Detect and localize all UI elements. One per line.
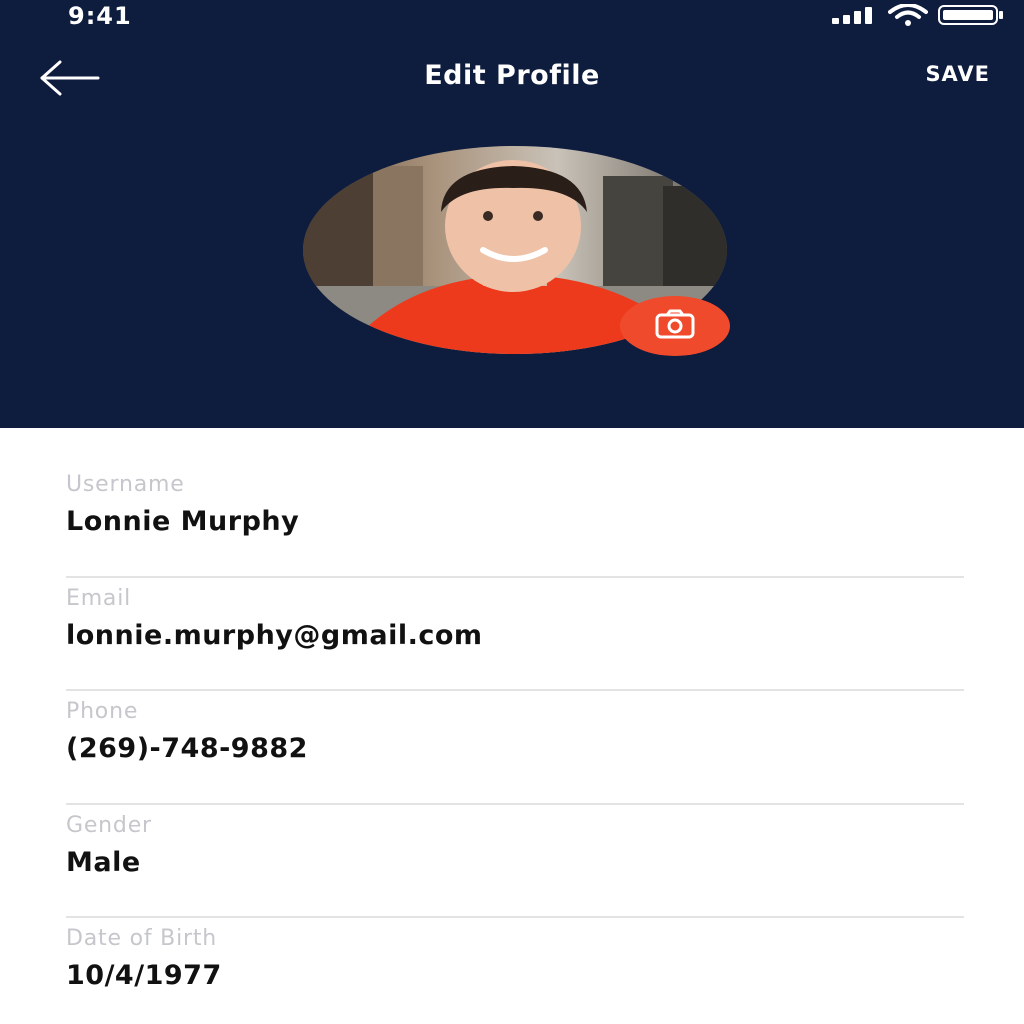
page-title: Edit Profile [424, 60, 600, 91]
battery-icon [938, 5, 1004, 29]
status-icons [832, 3, 1004, 30]
phone-value[interactable]: (269)-748-9882 [66, 733, 964, 764]
camera-icon [655, 309, 695, 343]
gender-value[interactable]: Male [66, 847, 964, 878]
username-label: Username [66, 472, 185, 497]
change-photo-button[interactable] [620, 296, 730, 356]
email-label: Email [66, 585, 132, 611]
username-field[interactable]: Username Lonnie Murphy [66, 464, 964, 578]
gender-label: Gender [66, 812, 152, 838]
email-value[interactable]: lonnie.murphy@gmail.com [66, 620, 964, 651]
email-field[interactable]: Email lonnie.murphy@gmail.com [66, 578, 964, 691]
status-time: 9:41 [68, 2, 132, 30]
profile-form: Username Lonnie Murphy Email lonnie.murp… [66, 464, 964, 1024]
date-of-birth-field[interactable]: Date of Birth 10/4/1977 [66, 918, 964, 1024]
phone-field[interactable]: Phone (269)-748-9882 [66, 691, 964, 805]
signal-icon [832, 6, 878, 28]
gender-field[interactable]: Gender Male [66, 805, 964, 918]
wifi-icon [888, 3, 928, 30]
save-button[interactable]: SAVE [925, 62, 990, 86]
date-of-birth-value[interactable]: 10/4/1977 [66, 960, 964, 991]
date-of-birth-label: Date of Birth [66, 926, 217, 951]
status-bar: 9:41 [0, 0, 1024, 40]
username-value[interactable]: Lonnie Murphy [66, 506, 964, 537]
phone-label: Phone [66, 699, 139, 724]
profile-header: 9:41 Edit Profile SAVE [0, 0, 1024, 428]
